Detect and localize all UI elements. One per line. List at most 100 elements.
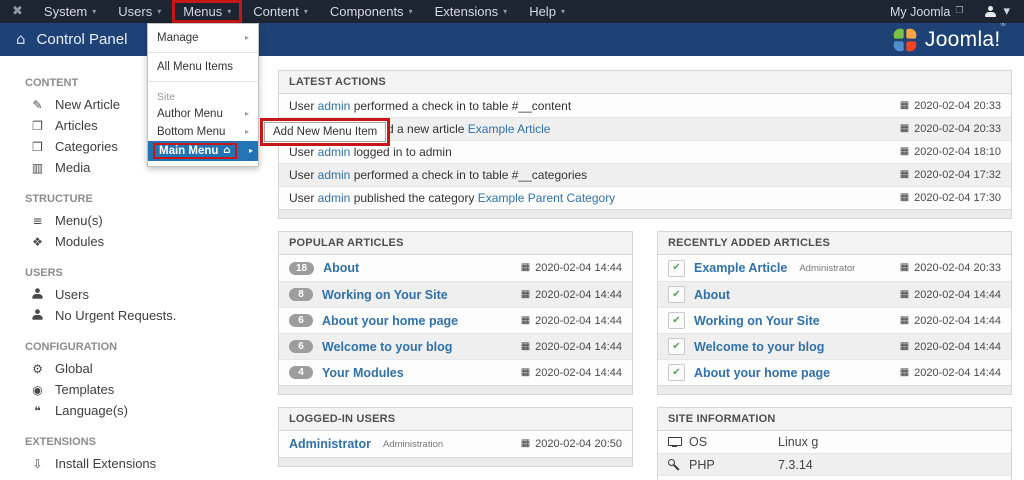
popular-article-row: 8 Working on Your Site ▦ 2020-02-04 14:44: [279, 281, 632, 307]
sidebar-item-menus[interactable]: ≡ Menu(s): [0, 210, 268, 231]
check-icon: ✔: [672, 340, 681, 352]
check-icon: ✔: [672, 314, 681, 326]
panel-footer: [279, 457, 632, 466]
user-link[interactable]: admin: [318, 145, 351, 159]
sidebar-item-global[interactable]: ⚙ Global: [0, 358, 268, 379]
brand-text: Joomla!®: [924, 20, 1006, 51]
category-link[interactable]: Example Parent Category: [478, 191, 615, 205]
download-icon: ⇩: [32, 456, 43, 471]
gear-icon: ⚙: [32, 361, 43, 376]
sidebar-item-users[interactable]: Users: [0, 284, 268, 305]
key-icon: [668, 458, 680, 471]
chevron-right-icon: ▸: [244, 127, 249, 136]
external-link-icon: ❐: [955, 6, 964, 16]
nav-item-extensions[interactable]: Extensions ▾: [424, 0, 519, 23]
nav-item-components[interactable]: Components ▾: [319, 0, 424, 23]
user-link[interactable]: Administrator: [289, 437, 371, 451]
article-link[interactable]: About: [694, 288, 730, 302]
publish-check-button[interactable]: ✔: [668, 364, 685, 381]
nav-item-help[interactable]: Help ▾: [518, 0, 576, 23]
flyout-item-add-new-menu-item[interactable]: Add New Menu Item: [264, 122, 387, 142]
joomla-color-logo-icon: [891, 26, 918, 53]
recent-article-row: ✔ Example Article Administrator ▦ 2020-02-0…: [658, 255, 1011, 281]
calendar-icon: ▦: [520, 314, 531, 326]
publish-check-button[interactable]: ✔: [668, 312, 685, 329]
article-link[interactable]: Welcome to your blog: [694, 340, 824, 354]
annotation-red-box: Add New Menu Item: [260, 118, 391, 146]
menus-dropdown: Manage ▸ All Menu Items Site Author Menu ▸…: [147, 23, 259, 167]
my-joomla-link[interactable]: My Joomla ❐: [890, 5, 964, 19]
dropdown-item-all-menu-items[interactable]: All Menu Items: [148, 58, 258, 76]
sidebar-section-extensions: EXTENSIONS: [25, 436, 96, 448]
popular-article-row: 18 About ▦ 2020-02-04 14:44: [279, 255, 632, 281]
menu-list-icon: ≡: [32, 213, 43, 228]
article-link[interactable]: Example Article: [694, 261, 787, 275]
check-icon: ✔: [672, 262, 681, 273]
nav-item-users[interactable]: Users ▾: [107, 0, 172, 23]
sidebar-item-install-extensions[interactable]: ⇩ Install Extensions: [0, 453, 268, 474]
sidebar-item-modules[interactable]: ❖ Modules: [0, 231, 268, 252]
latest-action-row: User admin performed a check in to table…: [289, 98, 1001, 113]
joomla-brand-logo[interactable]: Joomla!®: [891, 20, 1006, 53]
article-link[interactable]: Example Article: [468, 122, 551, 136]
popular-articles-panel: POPULAR ARTICLES 18 About ▦ 2020-02-04 14:…: [278, 231, 633, 395]
article-link[interactable]: About your home page: [694, 366, 830, 380]
user-link[interactable]: admin: [318, 191, 351, 205]
popular-articles-header: POPULAR ARTICLES: [279, 232, 632, 255]
chevron-down-icon: ▾: [1003, 4, 1010, 19]
article-link[interactable]: About: [323, 261, 359, 275]
hits-badge: 4: [289, 366, 313, 379]
article-link[interactable]: Your Modules: [322, 366, 404, 380]
folder-icon: ❒: [32, 139, 43, 154]
chevron-down-icon: ▾: [92, 6, 97, 16]
site-info-value: 7.3.14: [778, 457, 813, 472]
recent-article-row: ✔ About ▦ 2020-02-04 14:44: [658, 281, 1011, 307]
articles-icon: ❐: [32, 118, 43, 133]
calendar-icon: ▦: [899, 340, 910, 352]
user-link[interactable]: admin: [318, 168, 351, 182]
sidebar-item-languages[interactable]: ❝ Language(s): [0, 400, 268, 421]
publish-check-button[interactable]: ✔: [668, 338, 685, 355]
chevron-down-icon: ▾: [503, 6, 508, 16]
dropdown-item-author-menu[interactable]: Author Menu ▸: [148, 105, 258, 123]
calendar-icon: ▦: [520, 340, 531, 352]
hits-badge: 6: [289, 314, 313, 327]
latest-action-row: User admin published the category Exampl…: [279, 186, 1011, 209]
chevron-down-icon: ▾: [227, 6, 232, 16]
nav-item-content[interactable]: Content ▾: [242, 0, 319, 23]
calendar-icon: ▦: [899, 169, 910, 180]
person-icon: [32, 308, 43, 320]
chevron-down-icon: ▾: [408, 6, 413, 16]
article-link[interactable]: Working on Your Site: [322, 288, 448, 302]
user-link[interactable]: admin: [318, 99, 351, 113]
sidebar-item-templates[interactable]: ◉ Templates: [0, 379, 268, 400]
logged-in-users-panel: LOGGED-IN USERS Administrator Administrat…: [278, 407, 633, 467]
recent-article-row: ✔ Working on Your Site ▦ 2020-02-04 14:44: [658, 307, 1011, 333]
annotation-red-box: Main Menu ⌂: [153, 143, 237, 159]
site-information-panel: SITE INFORMATION OS Linux g PHP 7.3.14 M…: [657, 407, 1012, 480]
sidebar-section-structure: STRUCTURE: [25, 193, 93, 205]
publish-check-button[interactable]: ✔: [668, 286, 685, 303]
publish-check-button[interactable]: ✔: [668, 259, 685, 277]
sidebar-item-no-urgent-requests[interactable]: No Urgent Requests.: [0, 305, 268, 326]
dropdown-item-main-menu[interactable]: Main Menu ⌂ ▸: [148, 141, 258, 161]
home-icon: ⌂: [223, 145, 231, 156]
client-label: Administration: [382, 438, 444, 450]
check-icon: ✔: [672, 288, 681, 300]
article-link[interactable]: Welcome to your blog: [322, 340, 452, 354]
check-icon: ✔: [672, 366, 681, 378]
divider: [148, 81, 258, 82]
chevron-down-icon: ▾: [303, 6, 308, 16]
article-link[interactable]: About your home page: [322, 314, 458, 328]
recent-article-row: ✔ About your home page ▦ 2020-02-04 14:44: [658, 359, 1011, 385]
latest-actions-header: LATEST ACTIONS: [279, 71, 1011, 94]
dropdown-item-bottom-menu[interactable]: Bottom Menu ▸: [148, 123, 258, 141]
dropdown-item-manage[interactable]: Manage ▸: [148, 29, 258, 47]
nav-item-system[interactable]: System ▾: [33, 0, 107, 23]
page-title: Control Panel: [36, 31, 128, 48]
joomla-logo-icon[interactable]: ✖: [12, 0, 23, 23]
nav-item-menus[interactable]: Menus ▾: [172, 0, 243, 23]
panel-footer: [279, 385, 632, 394]
article-link[interactable]: Working on Your Site: [694, 314, 820, 328]
user-menu[interactable]: ▾: [985, 5, 1010, 18]
